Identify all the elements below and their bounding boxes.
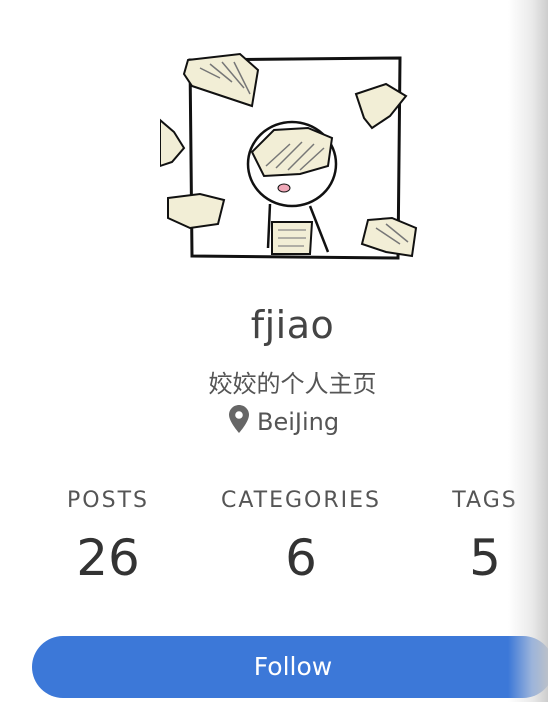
author-location: BeiJing: [229, 404, 339, 440]
site-stats: POSTS 26 CATEGORIES 6 TAGS 5: [0, 488, 548, 598]
author-name: fjiao: [250, 303, 335, 347]
author-description: 姣姣的个人主页: [208, 370, 377, 398]
follow-button[interactable]: Follow: [32, 636, 548, 698]
stat-categories[interactable]: CATEGORIES 6: [210, 488, 392, 587]
stat-posts[interactable]: POSTS 26: [38, 488, 178, 587]
cartoon-avatar-icon: [159, 52, 418, 260]
location-text: BeiJing: [257, 408, 340, 436]
stat-label: POSTS: [67, 488, 149, 513]
map-marker-icon: [229, 405, 249, 439]
author-avatar: [159, 48, 420, 263]
stat-label: TAGS: [452, 488, 518, 513]
stat-label: CATEGORIES: [220, 488, 382, 513]
stat-tags[interactable]: TAGS 5: [434, 488, 536, 587]
stat-count: 26: [76, 529, 140, 587]
stat-count: 5: [469, 529, 501, 587]
stat-count: 6: [285, 529, 317, 587]
